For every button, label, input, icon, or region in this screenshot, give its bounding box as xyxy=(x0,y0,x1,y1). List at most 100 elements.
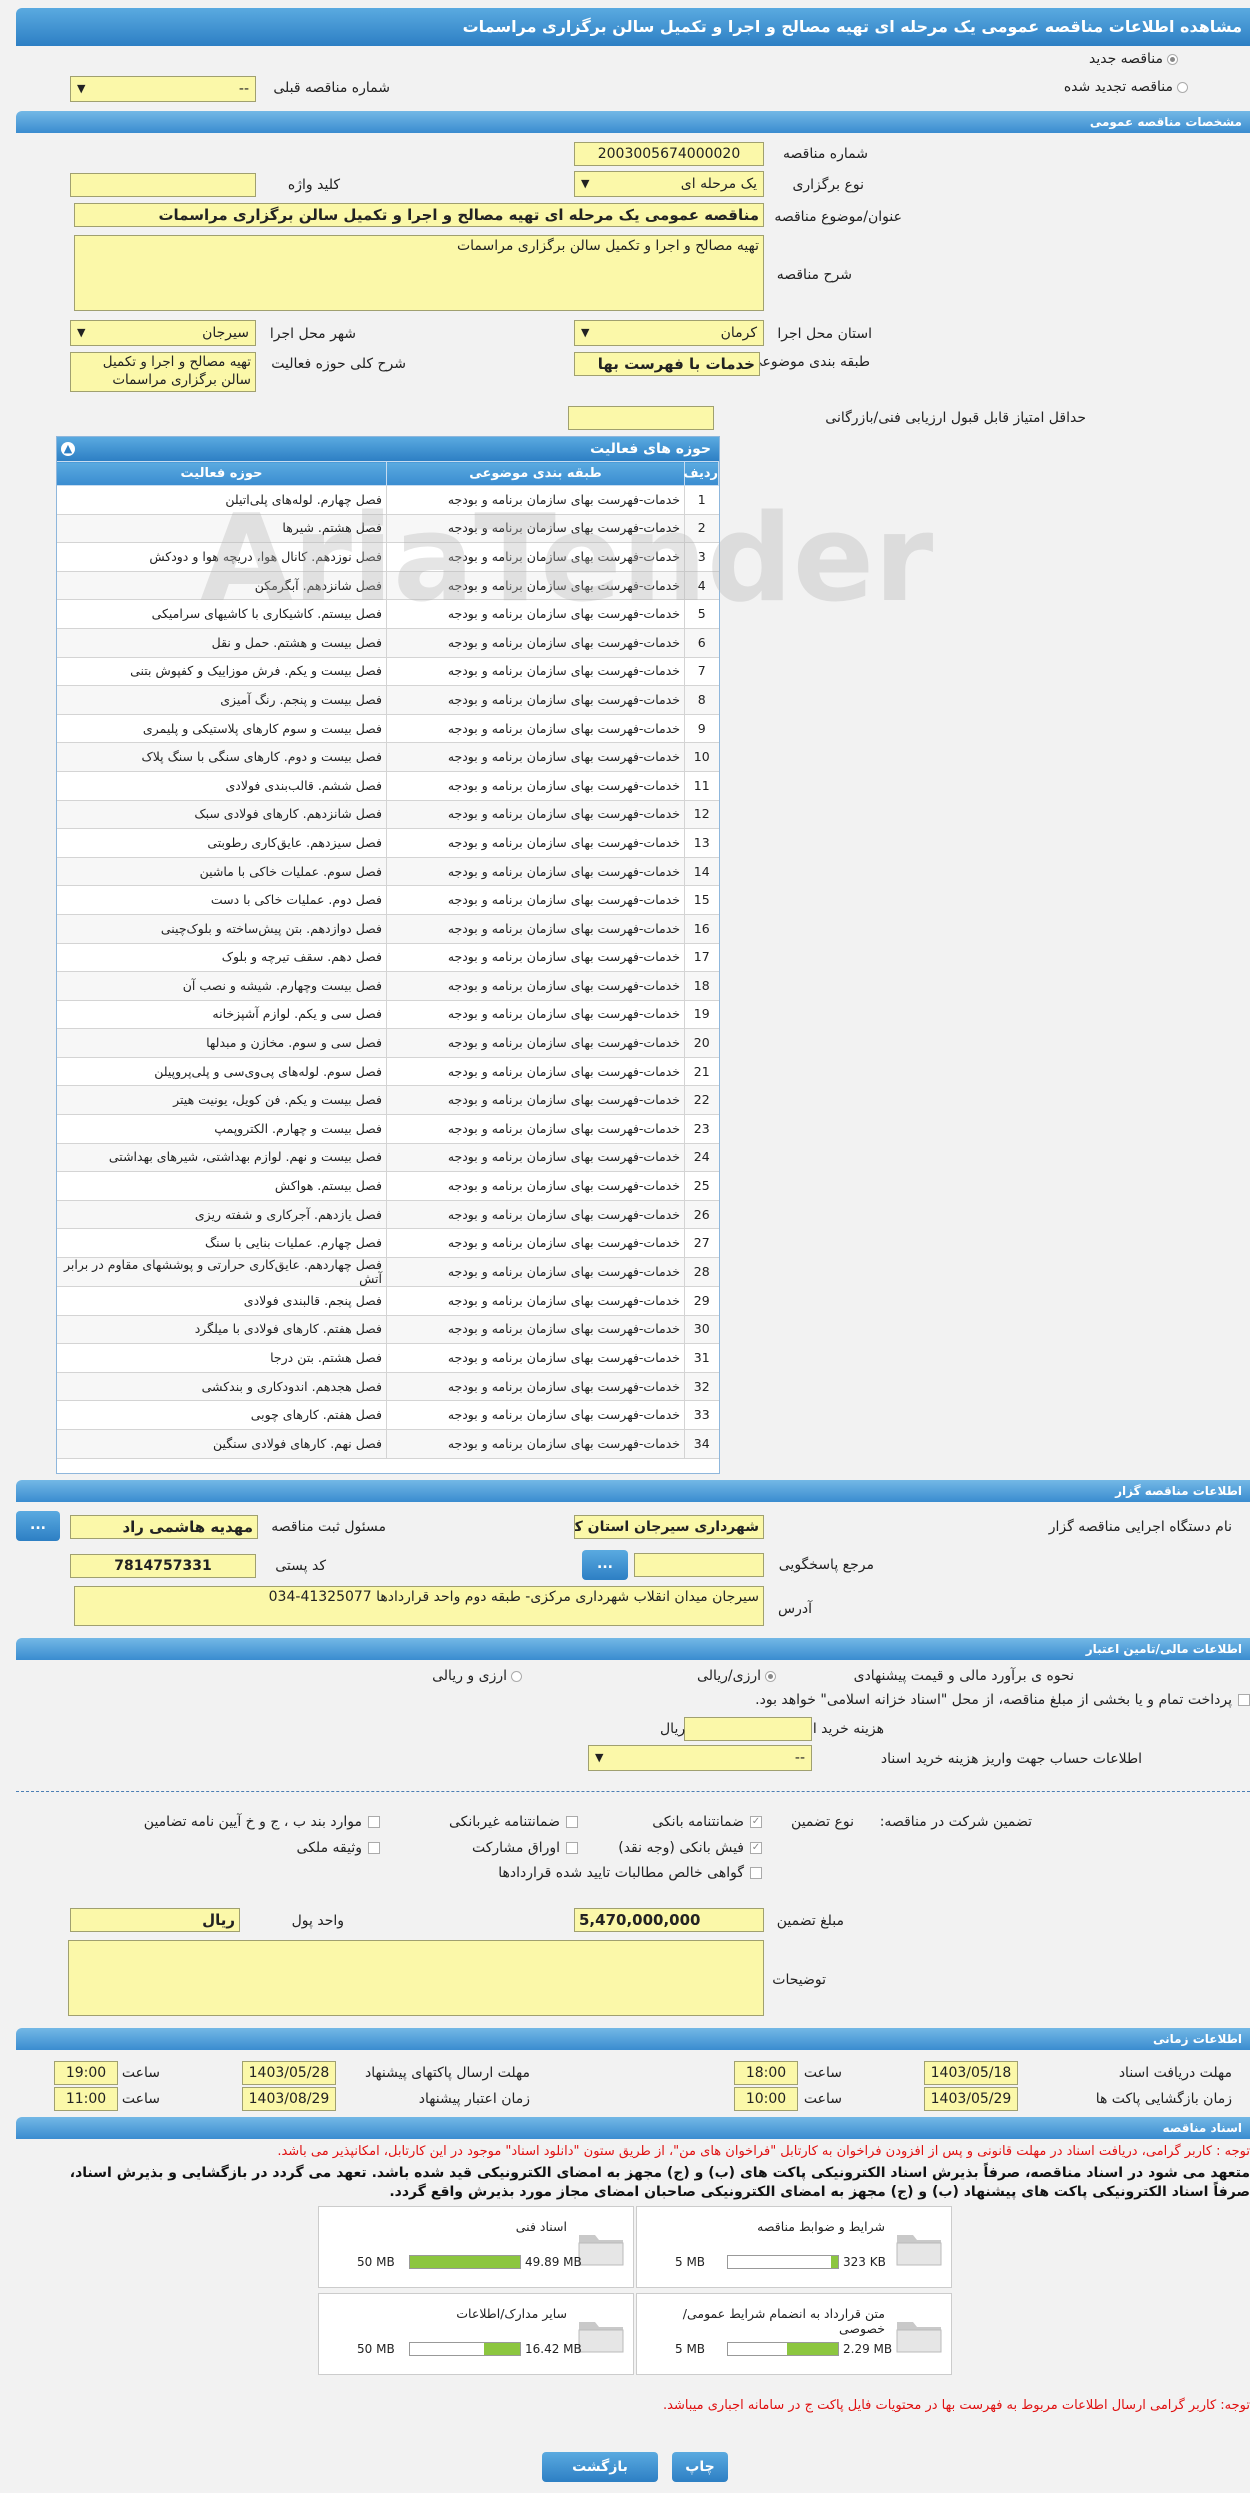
receive-time: 18:00 xyxy=(734,2061,798,2085)
tender-number-field: 2003005674000020 xyxy=(574,142,764,166)
table-row: 14 خدمات-فهرست بهای سازمان برنامه و بودجه… xyxy=(57,857,719,887)
chevron-down-icon: ▼ xyxy=(595,1751,604,1764)
open-time: 10:00 xyxy=(734,2087,798,2111)
row-number: 11 xyxy=(684,771,719,801)
ref-more-button[interactable]: ... xyxy=(582,1550,628,1580)
cb-bonds-guarantee[interactable]: اوراق مشارکت xyxy=(472,1836,578,1860)
document-file[interactable]: شرایط و ضوابط مناقصه 323 KB 5 MB xyxy=(636,2206,952,2288)
amount-label: مبلغ تضمین xyxy=(776,1913,844,1929)
col-category[interactable]: طبقه بندی موضوعی xyxy=(386,461,685,486)
tender-number-label: شماره مناقصه xyxy=(783,146,868,162)
row-number: 20 xyxy=(684,1028,719,1058)
row-activity: فصل دهم. سقف تیرچه و بلوک xyxy=(57,943,387,973)
row-number: 15 xyxy=(684,885,719,915)
row-category: خدمات-فهرست بهای سازمان برنامه و بودجه xyxy=(386,599,685,629)
row-activity: فصل هفتم. کارهای چوبی xyxy=(57,1400,387,1430)
tender-type-select[interactable]: یک مرحله ای ▼ xyxy=(574,171,764,197)
postal-label: کد پستی xyxy=(275,1558,326,1574)
doc-cost-field xyxy=(684,1717,812,1741)
cb-nonbank-guarantee[interactable]: ضمانتنامه غیربانکی xyxy=(449,1810,578,1834)
document-file[interactable]: سایر مدارک/اطلاعات 16.42 MB 50 MB xyxy=(318,2293,634,2375)
row-category: خدمات-فهرست بهای سازمان برنامه و بودجه xyxy=(386,1257,685,1288)
row-number: 27 xyxy=(684,1228,719,1259)
responsible-label: مسئول ثبت مناقصه xyxy=(271,1519,386,1535)
send-time-label: ساعت xyxy=(121,2065,160,2081)
row-number: 9 xyxy=(684,714,719,744)
row-activity: فصل بیست و سوم کارهای پلاستیکی و پلیمری xyxy=(57,714,387,744)
row-activity: فصل بیست و هشتم. حمل و نقل xyxy=(57,628,387,658)
row-activity: فصل یازدهم. آجرکاری و شفته ریزی xyxy=(57,1200,387,1230)
row-category: خدمات-فهرست بهای سازمان برنامه و بودجه xyxy=(386,943,685,973)
treasury-checkbox-row[interactable]: پرداخت تمام و یا بخشی از مبلغ مناقصه، از… xyxy=(755,1688,1250,1712)
ref-field[interactable] xyxy=(634,1553,764,1577)
prev-number-select[interactable]: -- ▼ xyxy=(70,76,256,102)
activity-desc-label: شرح کلی حوزه فعالیت xyxy=(271,356,406,372)
back-button[interactable]: بازگشت xyxy=(542,2452,658,2482)
category-field: خدمات با فهرست بها xyxy=(574,352,760,376)
row-activity: فصل بیست و دوم. کارهای سنگی با سنگ پلاک xyxy=(57,742,387,772)
table-row: 27 خدمات-فهرست بهای سازمان برنامه و بودجه… xyxy=(57,1228,719,1259)
chevron-down-icon: ▼ xyxy=(77,82,86,95)
table-row: 20 خدمات-فهرست بهای سازمان برنامه و بودجه… xyxy=(57,1028,719,1058)
folder-icon xyxy=(896,2235,942,2266)
city-select[interactable]: سیرجان ▼ xyxy=(70,320,256,346)
table-row: 13 خدمات-فهرست بهای سازمان برنامه و بودجه… xyxy=(57,828,719,858)
row-activity: فصل سوم. عملیات خاکی با ماشین xyxy=(57,857,387,887)
radio-currency-rial[interactable]: ارزی/ریالی xyxy=(697,1664,776,1688)
checkbox-icon xyxy=(566,1842,578,1854)
province-select[interactable]: کرمان ▼ xyxy=(574,320,764,346)
send-label: مهلت ارسال پاکتهای پیشنهاد xyxy=(364,2065,530,2081)
cb-bank-guarantee[interactable]: ✓ ضمانتنامه بانکی xyxy=(652,1810,762,1834)
ref-label: مرجع پاسخگویی xyxy=(778,1557,874,1573)
responsible-more-button[interactable]: ... xyxy=(16,1511,60,1541)
row-activity: فصل شانزدهم. آبگرمکن xyxy=(57,571,387,601)
prev-number-value: -- xyxy=(238,81,249,97)
radio-currency-and-rial[interactable]: ارزی و ریالی xyxy=(432,1664,522,1688)
activities-title: حوزه های فعالیت xyxy=(590,441,711,457)
radio-new-tender[interactable]: مناقصه جدید xyxy=(1089,47,1178,71)
cb-items-label: موارد بند ب ، ج و خ آیین نامه تضامین xyxy=(143,1814,362,1830)
divider xyxy=(16,1791,1250,1792)
row-number: 26 xyxy=(684,1200,719,1230)
cb-bank-label: ضمانتنامه بانکی xyxy=(652,1814,744,1830)
document-file[interactable]: متن قرارداد به انضمام شرایط عمومی/خصوصی 2… xyxy=(636,2293,952,2375)
radio-icon xyxy=(1177,81,1188,93)
file-name: شرایط و ضوابط مناقصه xyxy=(757,2219,885,2234)
radio-renewed-tender[interactable]: مناقصه تجدید شده xyxy=(1064,75,1188,99)
open-label: زمان بازگشایی پاکت ها xyxy=(1095,2091,1232,2107)
page-title: مشاهده اطلاعات مناقصه عمومی یک مرحله ای … xyxy=(16,8,1250,46)
document-file[interactable]: اسناد فنی 49.89 MB 50 MB xyxy=(318,2206,634,2288)
table-row: 22 خدمات-فهرست بهای سازمان برنامه و بودجه… xyxy=(57,1085,719,1116)
row-number: 2 xyxy=(684,514,719,544)
table-row: 32 خدمات-فهرست بهای سازمان برنامه و بودجه… xyxy=(57,1372,719,1402)
min-score-field[interactable] xyxy=(568,406,714,430)
col-activity[interactable]: حوزه فعالیت xyxy=(57,461,387,486)
row-category: خدمات-فهرست بهای سازمان برنامه و بودجه xyxy=(386,1143,685,1173)
subject-field: مناقصه عمومی یک مرحله ای تهیه مصالح و اج… xyxy=(74,203,764,227)
address-field: سیرجان میدان انقلاب شهرداری مرکزی- طبقه … xyxy=(74,1586,764,1626)
table-row: 2 خدمات-فهرست بهای سازمان برنامه و بودجه ف… xyxy=(57,514,719,544)
keyword-field[interactable] xyxy=(70,173,256,197)
file-progress xyxy=(409,2255,521,2269)
cb-property-guarantee[interactable]: وثیقه ملکی xyxy=(297,1836,380,1860)
chevron-down-icon: ▼ xyxy=(77,326,86,339)
province-value: کرمان xyxy=(720,325,757,341)
cb-claims-guarantee[interactable]: گواهی خالص مطالبات تایید شده قراردادها xyxy=(498,1861,762,1885)
cb-items-guarantee[interactable]: موارد بند ب ، ج و خ آیین نامه تضامین xyxy=(144,1810,380,1834)
row-activity: فصل سی و سوم. مخازن و مبدلها xyxy=(57,1028,387,1058)
collapse-icon[interactable]: ▲ xyxy=(61,442,75,456)
row-number: 24 xyxy=(684,1143,719,1173)
row-category: خدمات-فهرست بهای سازمان برنامه و بودجه xyxy=(386,971,685,1001)
city-value: سیرجان xyxy=(202,325,249,341)
account-select[interactable]: -- ▼ xyxy=(588,1745,812,1771)
col-row[interactable]: ردیف xyxy=(683,461,719,486)
account-label: اطلاعات حساب جهت واریز هزینه خرید اسناد xyxy=(880,1751,1142,1767)
table-row: 26 خدمات-فهرست بهای سازمان برنامه و بودجه… xyxy=(57,1200,719,1230)
table-row: 21 خدمات-فهرست بهای سازمان برنامه و بودجه… xyxy=(57,1057,719,1087)
doc-cost-unit: ریال xyxy=(660,1721,686,1737)
print-button[interactable]: چاپ xyxy=(672,2452,728,2482)
cb-cash-guarantee[interactable]: ✓ فیش بانکی (وجه نقد) xyxy=(618,1836,762,1860)
row-number: 10 xyxy=(684,742,719,772)
table-row: 29 خدمات-فهرست بهای سازمان برنامه و بودجه… xyxy=(57,1286,719,1316)
cb-cash-label: فیش بانکی (وجه نقد) xyxy=(618,1840,744,1856)
